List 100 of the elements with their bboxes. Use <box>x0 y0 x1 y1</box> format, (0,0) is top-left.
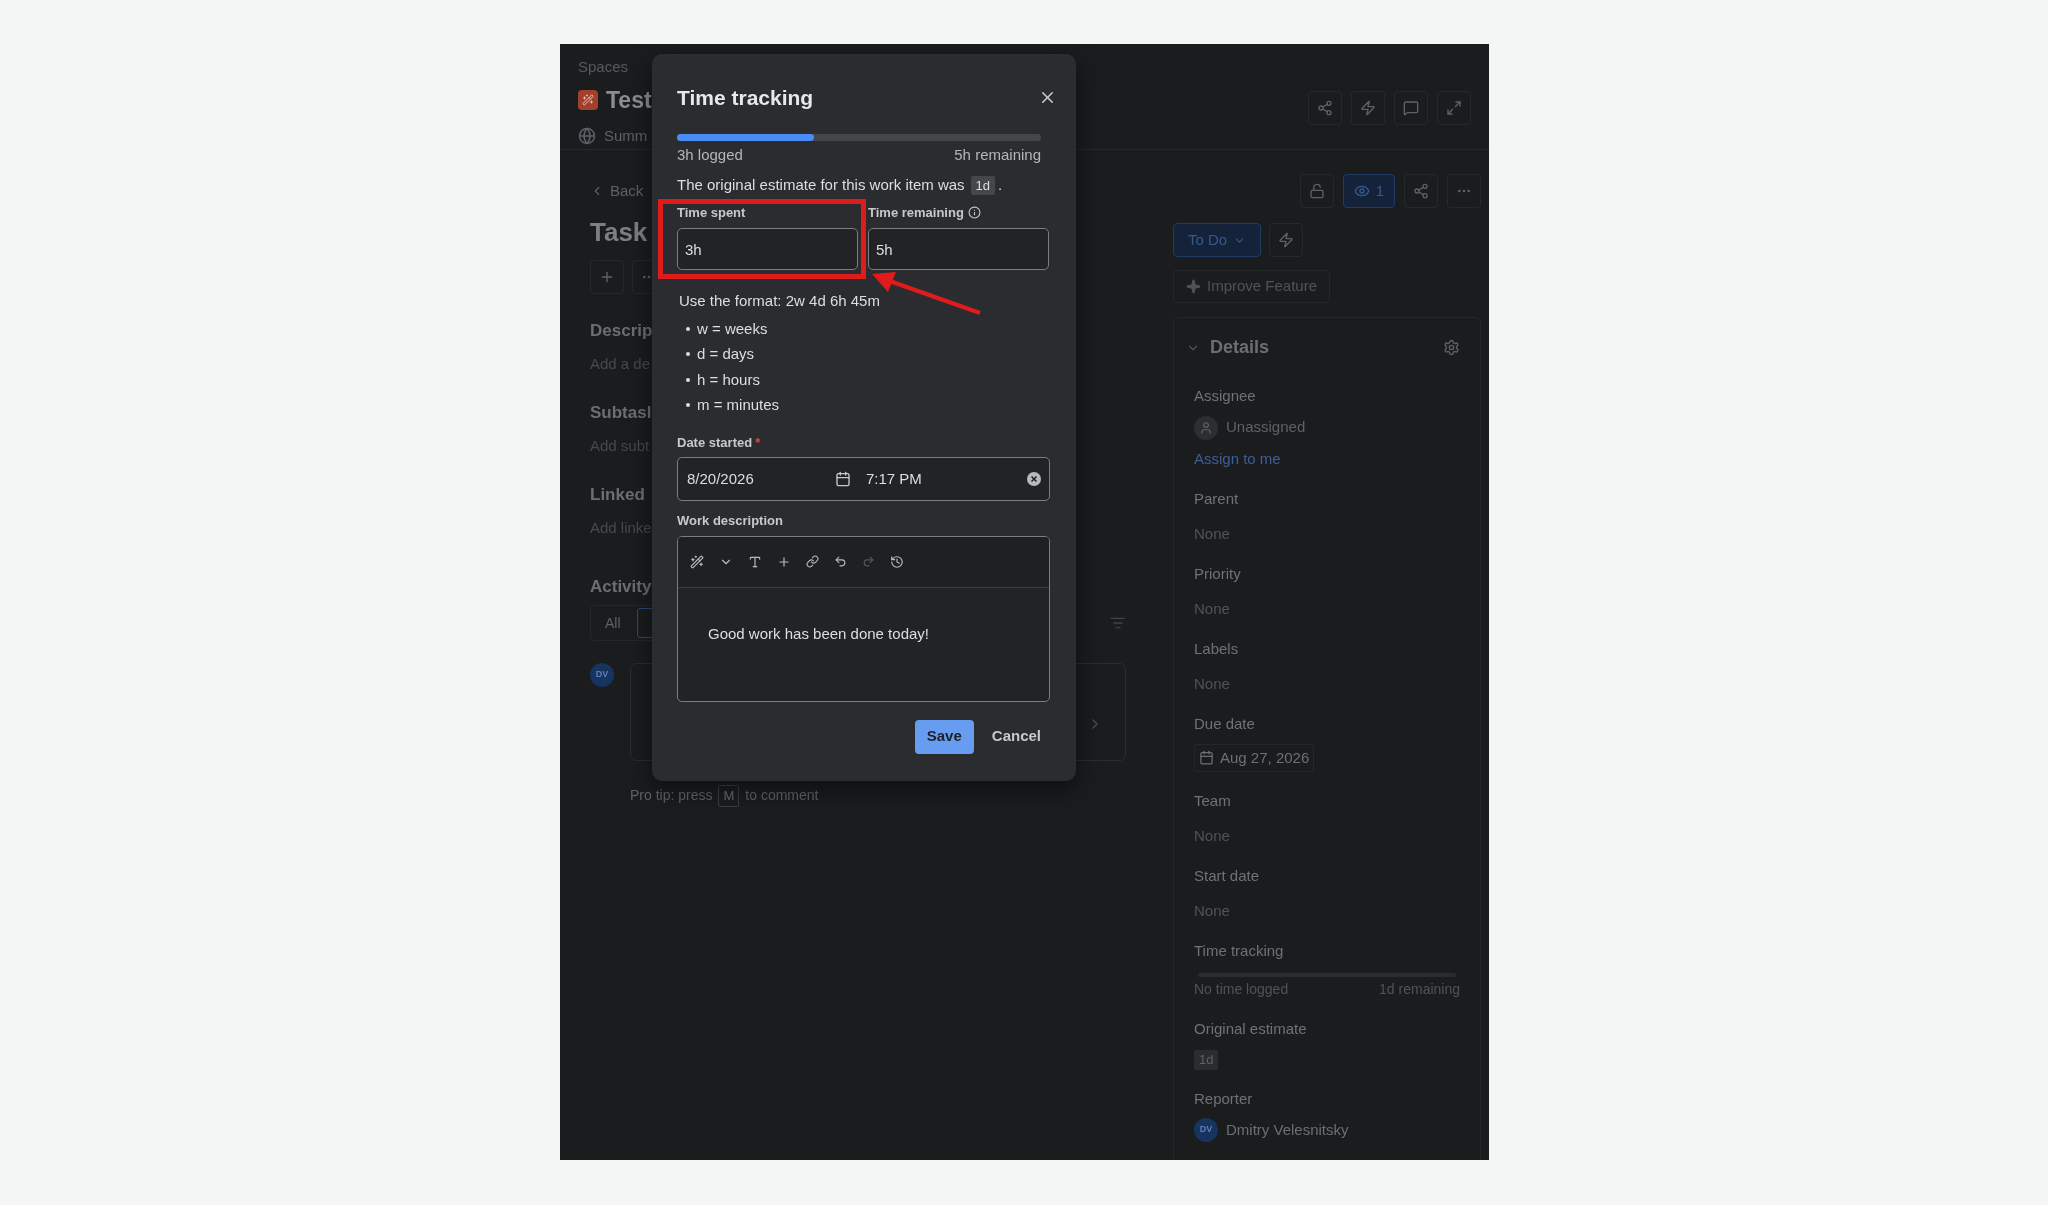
history-icon <box>890 554 904 569</box>
field-label: Time tracking <box>1194 941 1284 961</box>
field-label: Parent <box>1194 489 1239 509</box>
text-style-icon <box>748 554 762 569</box>
tip-text: to comment <box>745 786 819 806</box>
details-heading[interactable]: Details <box>1210 334 1270 361</box>
field-label: Date started <box>677 433 753 452</box>
sort-icon <box>1110 615 1126 631</box>
time-remaining-field[interactable]: 5h <box>868 228 1049 270</box>
time-spent-field[interactable]: 3h <box>677 228 858 270</box>
unit-item: w = weeks <box>697 318 768 339</box>
estimate-text: The original estimate for this work item was <box>677 175 965 195</box>
bullet-icon <box>686 377 690 382</box>
globe-icon <box>578 127 596 146</box>
field-label: Due date <box>1194 714 1255 734</box>
assign-link-text[interactable]: Assign to me <box>1194 447 1281 470</box>
field-value: Unassigned <box>1226 417 1306 438</box>
magic-wand-icon <box>690 554 704 569</box>
field-label: Assignee <box>1194 386 1256 406</box>
field-value: None <box>1194 900 1230 921</box>
project-icon <box>578 89 598 110</box>
expand-button[interactable] <box>1437 91 1471 125</box>
unit-item: d = days <box>697 344 755 364</box>
field-value: None <box>1194 673 1230 694</box>
expand-icon <box>1446 100 1462 116</box>
automation-icon <box>1278 232 1295 248</box>
improve-button[interactable]: Improve Feature <box>1173 270 1331 303</box>
info-icon <box>967 205 981 219</box>
tip-text: Pro tip: press <box>630 786 713 806</box>
logged-text: No time logged <box>1194 979 1289 999</box>
automation-button[interactable] <box>1269 223 1304 257</box>
bullet-icon <box>686 326 690 331</box>
automation-icon <box>1360 100 1376 116</box>
required-mark: * <box>755 433 761 452</box>
estimate-period: . <box>998 175 1003 195</box>
feedback-button[interactable] <box>1394 91 1428 125</box>
estimate-chip: 1d <box>1194 1050 1219 1070</box>
field-label: Work description <box>677 512 783 530</box>
task-title: Task <box>590 215 648 249</box>
share-icon <box>1413 183 1429 199</box>
description-text: Good work has been done today! <box>708 624 929 642</box>
share-button[interactable] <box>1404 174 1438 208</box>
estimate-chip: 1d <box>970 175 996 195</box>
redo-icon <box>862 555 875 568</box>
clear-icon <box>1027 472 1041 486</box>
key-hint: M <box>718 785 740 807</box>
field-label: Time spent <box>677 203 746 222</box>
date-time-field[interactable]: 8/20/2026 7:17 PM <box>677 457 1050 501</box>
section-heading: Linked <box>590 483 645 506</box>
field-label: Labels <box>1194 639 1239 659</box>
avatar: DV <box>590 663 614 687</box>
field-label: Time remaining <box>868 203 964 222</box>
remaining-text: 5h remaining <box>954 144 1041 165</box>
sparkle-icon <box>1186 279 1201 294</box>
plus-icon <box>777 554 791 569</box>
feedback-icon <box>1403 100 1419 116</box>
bullet-icon <box>686 352 690 357</box>
field-label: Original estimate <box>1194 1018 1307 1039</box>
dialog-title: Time tracking <box>677 85 814 111</box>
summary-tab[interactable]: Summ <box>604 125 648 148</box>
link-icon <box>806 555 819 568</box>
add-button[interactable] <box>590 259 624 294</box>
watchers-button[interactable]: 1 <box>1342 174 1395 208</box>
lock-icon <box>1308 183 1325 199</box>
status-dropdown[interactable]: To Do <box>1173 223 1262 257</box>
share-icon <box>1317 100 1333 116</box>
share-button[interactable] <box>1308 91 1342 125</box>
avatar: DV <box>1194 1118 1218 1142</box>
logged-text: 3h logged <box>677 144 743 165</box>
settings-icon <box>1443 339 1460 356</box>
back-link[interactable]: Back <box>610 180 644 203</box>
description-editor[interactable]: Good work has been done today! <box>677 535 1050 702</box>
automation-button[interactable] <box>1351 91 1385 125</box>
field-value: None <box>1194 825 1230 846</box>
lock-button[interactable] <box>1299 174 1334 208</box>
undo-icon <box>834 555 847 568</box>
unit-item: m = minutes <box>697 395 780 415</box>
field-label: Start date <box>1194 866 1260 886</box>
cancel-button[interactable]: Cancel <box>983 719 1049 754</box>
calendar-icon <box>835 471 851 487</box>
avatar-icon <box>1194 415 1218 440</box>
field-label: Reporter <box>1194 1088 1253 1109</box>
activity-heading: Activity <box>590 575 652 598</box>
save-button[interactable]: Save <box>914 719 974 754</box>
remaining-text: 1d remaining <box>1379 979 1460 999</box>
date-chip[interactable]: Aug 27, 2026 <box>1194 743 1315 772</box>
section-heading: Subtasl <box>590 401 652 424</box>
field-value: Dmitry Velesnitsky <box>1226 1119 1349 1140</box>
breadcrumb[interactable]: Spaces <box>578 56 652 79</box>
field-value: None <box>1194 523 1230 544</box>
unit-item: h = hours <box>697 369 760 390</box>
eye-icon <box>1353 183 1370 199</box>
time-value: 7:17 PM <box>866 468 923 489</box>
field-value: None <box>1194 598 1230 619</box>
bullet-icon <box>686 403 690 408</box>
date-value: 8/20/2026 <box>687 468 755 489</box>
calendar-icon <box>1199 750 1214 766</box>
section-heading: Descrip <box>590 319 653 342</box>
field-label: Team <box>1194 791 1231 811</box>
format-hint: Use the format: 2w 4d 6h 45m <box>679 291 880 311</box>
